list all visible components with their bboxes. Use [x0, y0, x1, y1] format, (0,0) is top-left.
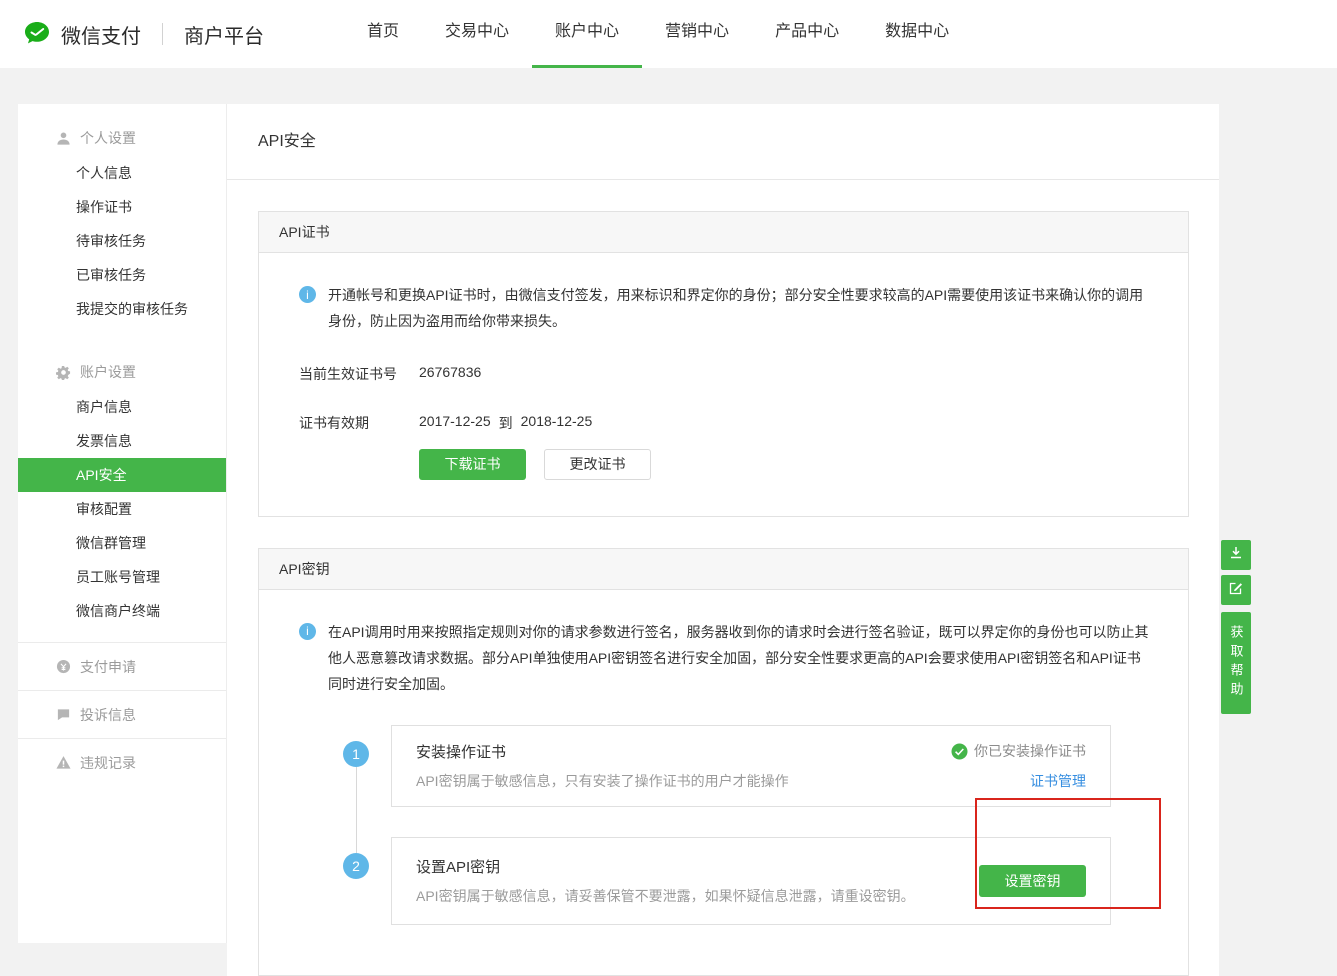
nav-item-transactions[interactable]: 交易中心 [422, 0, 532, 68]
sidebar-item-merchant-info[interactable]: 商户信息 [18, 390, 226, 424]
sidebar-item-api-security[interactable]: API安全 [18, 458, 226, 492]
step-set-api-key: 2 设置API密钥 API密钥属于敏感信息，请妥善保管不要泄露，如果怀疑信息泄露… [343, 837, 1111, 925]
sidebar-item-review-config[interactable]: 审核配置 [18, 492, 226, 526]
nav-item-account-center[interactable]: 账户中心 [532, 0, 642, 68]
nav-item-home[interactable]: 首页 [344, 0, 422, 68]
info-icon: i [299, 286, 316, 303]
sidebar-section-account-settings-group: 账户设置 商户信息 发票信息 API安全 审核配置 微信群管理 员工账号管理 微… [18, 354, 226, 642]
step1-desc: API密钥属于敏感信息，只有安装了操作证书的用户才能操作 [416, 771, 789, 791]
sidebar-section-violation-records-group: 违规记录 [18, 738, 226, 786]
sidebar-item-personal-info[interactable]: 个人信息 [18, 156, 226, 190]
user-icon [56, 131, 71, 146]
cert-validity-to: 2018-12-25 [521, 413, 593, 433]
sidebar-section-complaint-info-group: 投诉信息 [18, 690, 226, 738]
step-number-badge: 2 [343, 853, 369, 879]
help-bar: 获取帮助 [1221, 540, 1251, 714]
sidebar-section-payment-application-group: 支付申请 [18, 642, 226, 690]
sidebar-section-label: 支付申请 [80, 657, 136, 677]
sidebar-section-label: 个人设置 [80, 128, 136, 148]
wechat-pay-logo-icon [22, 19, 52, 49]
cert-validity-label: 证书有效期 [299, 413, 419, 433]
api-cert-card: API证书 i 开通帐号和更换API证书时，由微信支付签发，用来标识和界定你的身… [258, 211, 1189, 517]
download-cert-button[interactable]: 下载证书 [419, 449, 526, 480]
api-cert-info-text: 开通帐号和更换API证书时，由微信支付签发，用来标识和界定你的身份；部分安全性要… [328, 283, 1150, 335]
step1-title: 安装操作证书 [416, 741, 789, 762]
sidebar-section-personal-settings-group: 个人设置 个人信息 操作证书 待审核任务 已审核任务 我提交的审核任务 [18, 120, 226, 340]
sidebar-section-label: 账户设置 [80, 362, 136, 382]
sidebar-item-my-submitted-tasks[interactable]: 我提交的审核任务 [18, 292, 226, 326]
cert-validity-joiner: 到 [499, 413, 513, 433]
step2-title: 设置API密钥 [416, 856, 915, 877]
cert-manage-link[interactable]: 证书管理 [1030, 771, 1086, 791]
sidebar-item-wechat-merchant-terminal[interactable]: 微信商户终端 [18, 594, 226, 628]
sidebar-item-reviewed-tasks[interactable]: 已审核任务 [18, 258, 226, 292]
top-header: 微信支付 商户平台 首页 交易中心 账户中心 营销中心 产品中心 数据中心 [0, 0, 1337, 68]
sidebar: 个人设置 个人信息 操作证书 待审核任务 已审核任务 我提交的审核任务 账户设置… [18, 104, 227, 943]
sidebar-section-label: 违规记录 [80, 753, 136, 773]
info-icon: i [299, 623, 316, 640]
sidebar-item-staff-account-management[interactable]: 员工账号管理 [18, 560, 226, 594]
nav-item-products[interactable]: 产品中心 [752, 0, 862, 68]
cert-number-value: 26767836 [419, 364, 481, 384]
cert-validity-from: 2017-12-25 [419, 413, 491, 433]
step-number-badge: 1 [343, 741, 369, 767]
download-icon [1228, 545, 1244, 566]
step2-desc: API密钥属于敏感信息，请妥善保管不要泄露，如果怀疑信息泄露，请重设密钥。 [416, 886, 915, 906]
sidebar-section-label: 投诉信息 [80, 705, 136, 725]
cert-installed-status: 你已安装操作证书 [974, 741, 1086, 761]
nav-item-marketing[interactable]: 营销中心 [642, 0, 752, 68]
api-cert-card-title: API证书 [259, 212, 1188, 253]
sidebar-section-personal-settings[interactable]: 个人设置 [18, 120, 226, 156]
help-download-button[interactable] [1221, 540, 1251, 570]
warning-icon [56, 755, 71, 770]
complaint-icon [56, 707, 71, 722]
sidebar-item-wechat-group-management[interactable]: 微信群管理 [18, 526, 226, 560]
get-help-button[interactable]: 获取帮助 [1221, 612, 1251, 714]
platform-name: 商户平台 [184, 20, 264, 49]
nav-item-data-center[interactable]: 数据中心 [862, 0, 972, 68]
sidebar-item-operation-cert[interactable]: 操作证书 [18, 190, 226, 224]
sidebar-section-account-settings[interactable]: 账户设置 [18, 354, 226, 390]
api-key-card-title: API密钥 [259, 549, 1188, 590]
cert-number-label: 当前生效证书号 [299, 364, 419, 384]
logo-divider [162, 23, 163, 45]
payment-icon [56, 659, 71, 674]
sidebar-section-payment-application[interactable]: 支付申请 [18, 643, 226, 690]
check-icon [951, 743, 968, 760]
sidebar-section-complaint-info[interactable]: 投诉信息 [18, 691, 226, 738]
page-title: API安全 [227, 104, 1219, 180]
api-key-steps: 1 安装操作证书 API密钥属于敏感信息，只有安装了操作证书的用户才能操作 [343, 725, 1111, 925]
set-key-button[interactable]: 设置密钥 [979, 865, 1086, 897]
main-content: API安全 API证书 i 开通帐号和更换API证书时，由微信支付签发，用来标识… [227, 104, 1219, 976]
api-key-card: API密钥 i 在API调用时用来按照指定规则对你的请求参数进行签名，服务器收到… [258, 548, 1189, 976]
logo[interactable]: 微信支付 商户平台 [22, 19, 264, 49]
change-cert-button[interactable]: 更改证书 [544, 449, 651, 480]
page-body: 个人设置 个人信息 操作证书 待审核任务 已审核任务 我提交的审核任务 账户设置… [0, 68, 1337, 976]
step-install-cert: 1 安装操作证书 API密钥属于敏感信息，只有安装了操作证书的用户才能操作 [343, 725, 1111, 807]
sidebar-item-pending-review-tasks[interactable]: 待审核任务 [18, 224, 226, 258]
brand-name: 微信支付 [61, 20, 141, 49]
api-key-info-text: 在API调用时用来按照指定规则对你的请求参数进行签名，服务器收到你的请求时会进行… [328, 620, 1150, 698]
main-nav: 首页 交易中心 账户中心 营销中心 产品中心 数据中心 [344, 0, 972, 68]
sidebar-section-violation-records[interactable]: 违规记录 [18, 739, 226, 786]
help-feedback-button[interactable] [1221, 575, 1251, 605]
sidebar-item-invoice-info[interactable]: 发票信息 [18, 424, 226, 458]
edit-icon [1228, 580, 1244, 601]
gear-icon [56, 365, 71, 380]
